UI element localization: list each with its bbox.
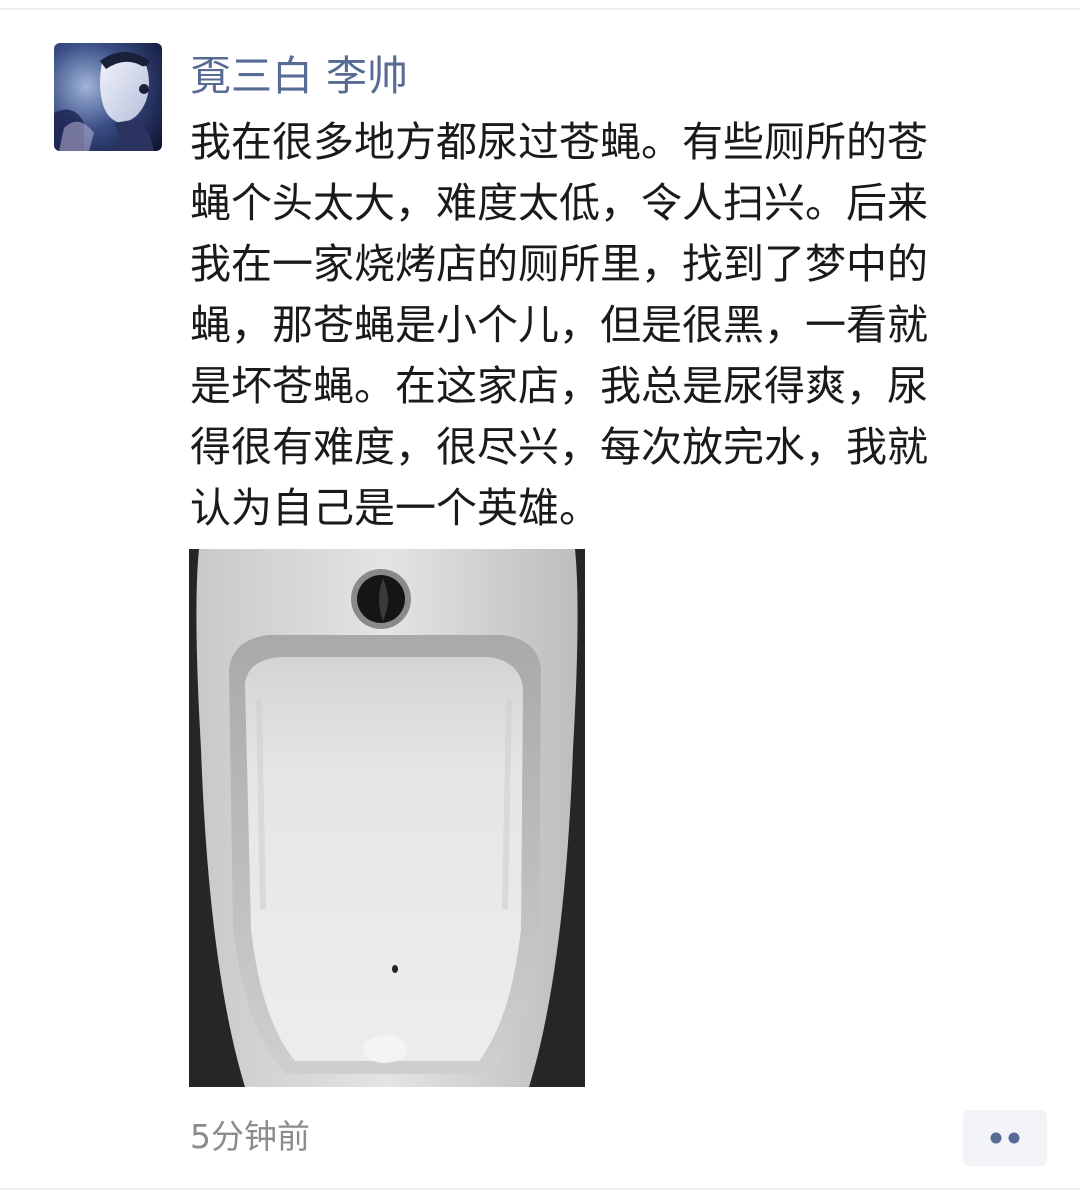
- post-text-line: 是坏苍蝇。在这家店，我总是尿得爽，尿: [190, 362, 928, 410]
- post-text-line: 得很有难度，很尽兴，每次放完水，我就: [190, 423, 928, 471]
- post-text: 我在很多地方都尿过苍蝇。有些厕所的苍 蝇个头太大，难度太低，令人扫兴。后来 我在…: [190, 112, 1030, 539]
- top-divider: [0, 8, 1080, 10]
- post-time: 5分钟前: [190, 1117, 310, 1156]
- post-image[interactable]: [189, 549, 585, 1087]
- post-text-line: 认为自己是一个英雄。: [190, 484, 600, 532]
- bottom-divider: [0, 1188, 1080, 1190]
- post-text-line: 蝇，那苍蝇是小个儿，但是很黑，一看就: [190, 301, 928, 349]
- moments-post: 覔三白 李帅 我在很多地方都尿过苍蝇。有些厕所的苍 蝇个头太大，难度太低，令人扫…: [0, 0, 1080, 1196]
- avatar[interactable]: [54, 43, 162, 151]
- more-options-button[interactable]: [963, 1110, 1047, 1166]
- more-dots-icon: [990, 1132, 1020, 1144]
- author-name[interactable]: 覔三白 李帅: [190, 46, 408, 106]
- post-text-line: 我在一家烧烤店的厕所里，找到了梦中的: [190, 240, 928, 288]
- avatar-image: [54, 43, 162, 151]
- urinal-photo-icon: [189, 549, 585, 1087]
- post-text-line: 我在很多地方都尿过苍蝇。有些厕所的苍: [190, 118, 928, 166]
- post-text-line: 蝇个头太大，难度太低，令人扫兴。后来: [190, 179, 928, 227]
